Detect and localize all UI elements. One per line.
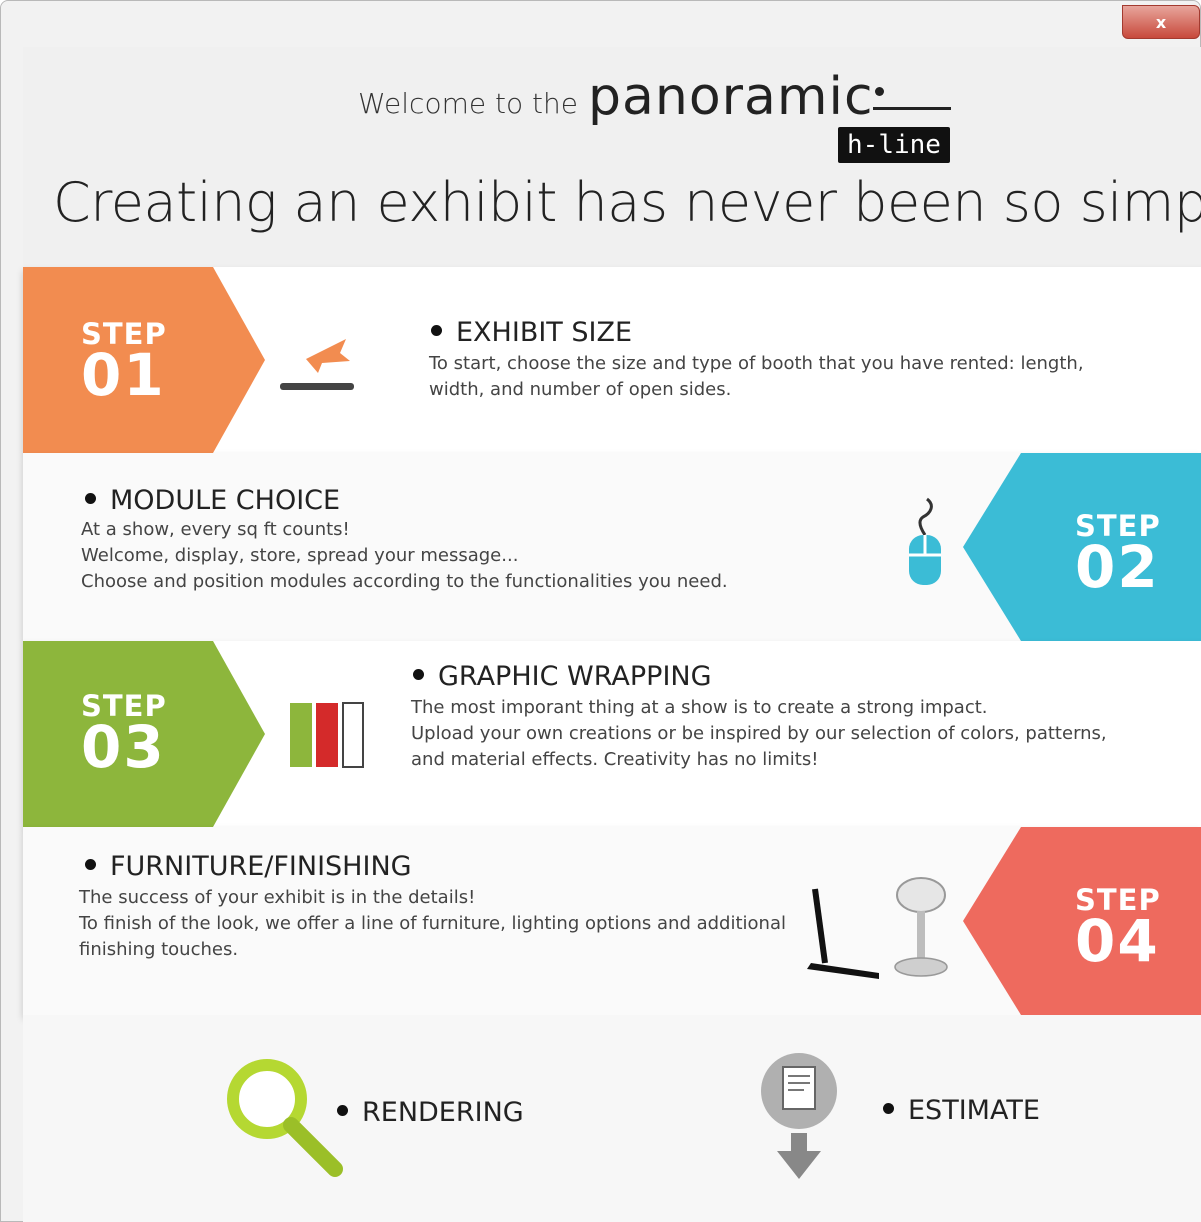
step-1-badge: STEP 01 xyxy=(81,319,167,409)
app-window: x Welcome to the panoramic h-line Creati… xyxy=(0,0,1201,1222)
step-4-band[interactable]: FURNITURE/FINISHING The success of your … xyxy=(23,827,1201,1015)
mouse-icon xyxy=(909,497,941,585)
step-2-number: 02 xyxy=(1075,533,1160,601)
step-2-description: At a show, every sq ft counts! Welcome, … xyxy=(81,519,728,592)
step-3-title: GRAPHIC WRAPPING xyxy=(413,661,712,692)
estimate-button[interactable]: ESTIMATE xyxy=(757,1051,1057,1191)
step-1-band[interactable]: STEP 01 EXHIBIT SIZE To start, choose th… xyxy=(23,267,1201,453)
brand-badge: h-line xyxy=(838,127,950,163)
page-headline: Creating an exhibit has never been so si… xyxy=(53,171,1201,234)
step-4-badge: STEP 04 xyxy=(1075,885,1161,975)
step-2-band[interactable]: MODULE CHOICE At a show, every sq ft cou… xyxy=(23,453,1201,641)
brand-logo-text: panoramic xyxy=(588,67,874,127)
step-3-description: The most imporant thing at a show is to … xyxy=(411,697,1107,770)
rendering-button[interactable]: RENDERING xyxy=(221,1055,561,1185)
estimate-label: ESTIMATE xyxy=(883,1095,1040,1126)
step-3-number: 03 xyxy=(81,713,166,781)
step-4-description: The success of your exhibit is in the de… xyxy=(79,887,786,960)
step-3-badge: STEP 03 xyxy=(81,691,167,781)
step-1-number: 01 xyxy=(81,341,166,409)
step-3-band[interactable]: STEP 03 GRAPHIC WRAPPING The most impora… xyxy=(23,641,1201,827)
brand-logo-underline xyxy=(873,107,951,110)
step-2-badge: STEP 02 xyxy=(1075,511,1161,601)
rendering-label: RENDERING xyxy=(337,1097,524,1128)
color-swatches-icon xyxy=(290,702,364,768)
furniture-icon xyxy=(807,877,948,979)
brand-logo-dot xyxy=(875,87,884,96)
close-button[interactable]: x xyxy=(1122,5,1200,39)
arrow-into-surface-icon xyxy=(280,339,354,390)
bottom-actions: RENDERING ESTIMATE xyxy=(23,1015,1201,1222)
header: Welcome to the panoramic h-line Creating… xyxy=(23,47,1201,267)
step-2-title: MODULE CHOICE xyxy=(85,485,340,516)
step-1-title: EXHIBIT SIZE xyxy=(431,317,632,348)
step-4-number: 04 xyxy=(1075,907,1160,975)
step-4-title: FURNITURE/FINISHING xyxy=(85,851,412,882)
welcome-text: Welcome to the xyxy=(358,87,578,120)
title-bar: x xyxy=(1,1,1200,47)
document-download-icon xyxy=(761,1053,837,1179)
magnifier-icon xyxy=(227,1059,343,1177)
step-1-description: To start, choose the size and type of bo… xyxy=(429,353,1084,400)
